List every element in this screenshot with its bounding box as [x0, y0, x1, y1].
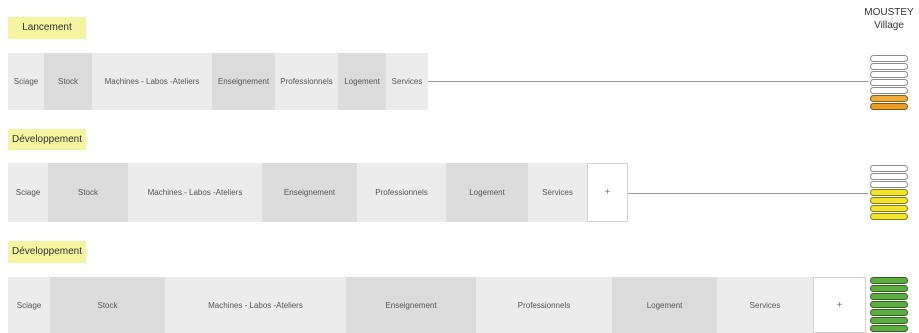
- indicator-pill: [870, 71, 908, 78]
- indicator-pill: [870, 55, 908, 62]
- indicator-pill: [870, 63, 908, 70]
- indicator-pill: [870, 309, 908, 316]
- indicator-pill: [870, 293, 908, 300]
- segment-sciage: Sciage: [8, 53, 44, 110]
- segment-machines-labos-ateliers: Machines - Labos -Ateliers: [128, 163, 262, 222]
- add-segment-box: +: [587, 163, 628, 222]
- segment-machines-labos-ateliers: Machines - Labos -Ateliers: [92, 53, 212, 110]
- segment-machines-labos-ateliers: Machines - Labos -Ateliers: [165, 277, 346, 333]
- segment-enseignement: Enseignement: [212, 53, 275, 110]
- indicator-pill: [870, 277, 908, 284]
- indicator-pill: [870, 205, 908, 212]
- connector-line: [628, 193, 868, 194]
- segment-sciage: Sciage: [8, 163, 48, 222]
- segment-professionnels: Professionnels: [476, 277, 612, 333]
- segment-logement: Logement: [338, 53, 386, 110]
- indicator-pill: [870, 189, 908, 196]
- segment-services: Services: [386, 53, 428, 110]
- indicator-pill: [870, 165, 908, 172]
- segment-professionnels: Professionnels: [357, 163, 446, 222]
- segment-services: Services: [717, 277, 813, 333]
- segment-stock: Stock: [44, 53, 92, 110]
- indicator-pill: [870, 301, 908, 308]
- indicator-pill: [870, 181, 908, 188]
- indicator-stack: [870, 277, 908, 332]
- phase-label: Développement: [8, 241, 86, 263]
- phase-bar: Sciage Stock Machines - Labos -Ateliers …: [8, 277, 866, 333]
- segment-stock: Stock: [50, 277, 165, 333]
- segment-enseignement: Enseignement: [262, 163, 357, 222]
- segment-professionnels: Professionnels: [275, 53, 338, 110]
- indicator-pill: [870, 79, 908, 86]
- segment-services: Services: [528, 163, 587, 222]
- indicator-pill: [870, 285, 908, 292]
- indicator-pill: [870, 87, 908, 94]
- indicator-pill: [870, 103, 908, 110]
- indicator-stack: [870, 55, 908, 110]
- indicator-pill: [870, 173, 908, 180]
- phase-bar: Sciage Stock Machines - Labos -Ateliers …: [8, 163, 628, 222]
- indicator-pill: [870, 317, 908, 324]
- village-type: Village: [874, 20, 904, 31]
- phase-bar: Sciage Stock Machines - Labos -Ateliers …: [8, 53, 428, 110]
- segment-stock: Stock: [48, 163, 128, 222]
- connector-line: [428, 81, 868, 82]
- indicator-stack: [870, 165, 908, 220]
- segment-enseignement: Enseignement: [346, 277, 476, 333]
- segment-sciage: Sciage: [8, 277, 50, 333]
- indicator-pill: [870, 95, 908, 102]
- indicator-pill: [870, 213, 908, 220]
- phase-label: Développement: [8, 129, 86, 150]
- segment-logement: Logement: [446, 163, 528, 222]
- indicator-pill: [870, 197, 908, 204]
- segment-logement: Logement: [612, 277, 717, 333]
- village-header: MOUSTEY Village: [859, 6, 919, 32]
- indicator-pill: [870, 325, 908, 332]
- village-name: MOUSTEY: [864, 7, 914, 18]
- phase-label: Lancement: [8, 17, 86, 39]
- add-segment-box: +: [813, 277, 866, 333]
